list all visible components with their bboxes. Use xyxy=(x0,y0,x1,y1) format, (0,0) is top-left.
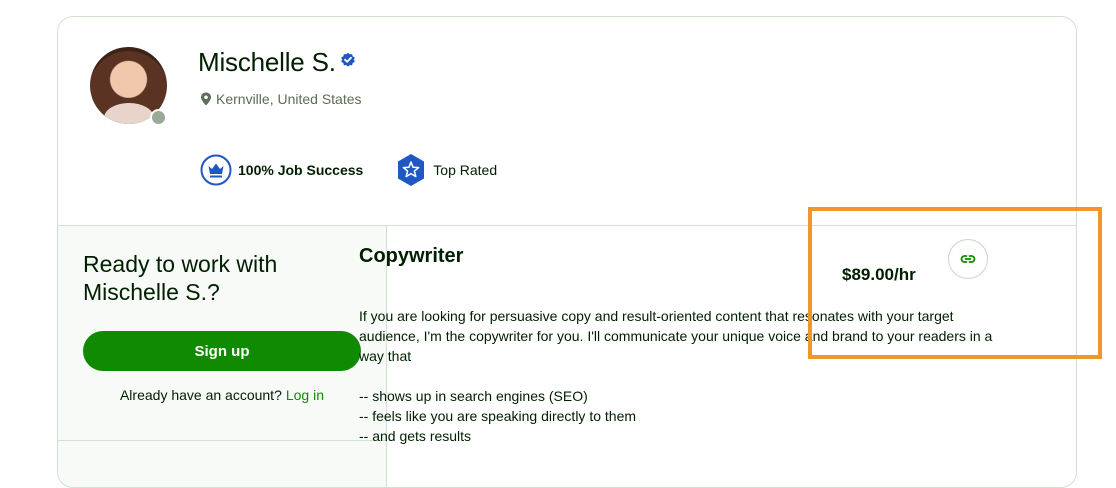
star-badge-icon xyxy=(395,153,427,187)
login-link[interactable]: Log in xyxy=(286,387,324,403)
profile-header: Mischelle S. xyxy=(198,47,356,78)
sidebar-divider xyxy=(58,440,386,441)
location-pin-icon xyxy=(201,92,211,106)
job-title: Copywriter xyxy=(359,245,464,267)
login-prompt: Already have an account? Log in xyxy=(58,387,386,403)
signup-sidebar: Ready to work with Mischelle S.? Sign up… xyxy=(58,226,387,487)
top-rated-badge: Top Rated xyxy=(395,153,497,187)
overview-bullet: -- and gets results xyxy=(359,428,472,444)
overview-bullet: -- shows up in search engines (SEO) xyxy=(359,388,588,404)
crown-icon xyxy=(200,154,232,186)
online-status-dot xyxy=(150,109,167,126)
job-success-label: 100% Job Success xyxy=(238,162,364,178)
sidebar-heading: Ready to work with Mischelle S.? xyxy=(83,251,278,305)
overview-paragraph: If you are looking for persuasive copy a… xyxy=(359,308,993,364)
profile-overview: If you are looking for persuasive copy a… xyxy=(359,306,999,446)
hourly-rate: $89.00/hr xyxy=(842,265,916,284)
location: Kernville, United States xyxy=(200,91,362,107)
copy-link-button[interactable] xyxy=(948,239,988,279)
account-text: Already have an account? xyxy=(119,387,282,403)
profile-name: Mischelle S. xyxy=(198,47,336,77)
sign-up-button[interactable]: Sign up xyxy=(83,331,361,371)
overview-bullet: -- feels like you are speaking directly … xyxy=(359,408,637,424)
location-text: Kernville, United States xyxy=(216,91,362,107)
verified-icon xyxy=(340,52,356,68)
job-success-badge: 100% Job Success xyxy=(200,154,363,186)
badge-row: 100% Job Success Top Rated xyxy=(200,153,529,187)
link-icon xyxy=(960,255,976,263)
top-rated-label: Top Rated xyxy=(433,162,498,178)
